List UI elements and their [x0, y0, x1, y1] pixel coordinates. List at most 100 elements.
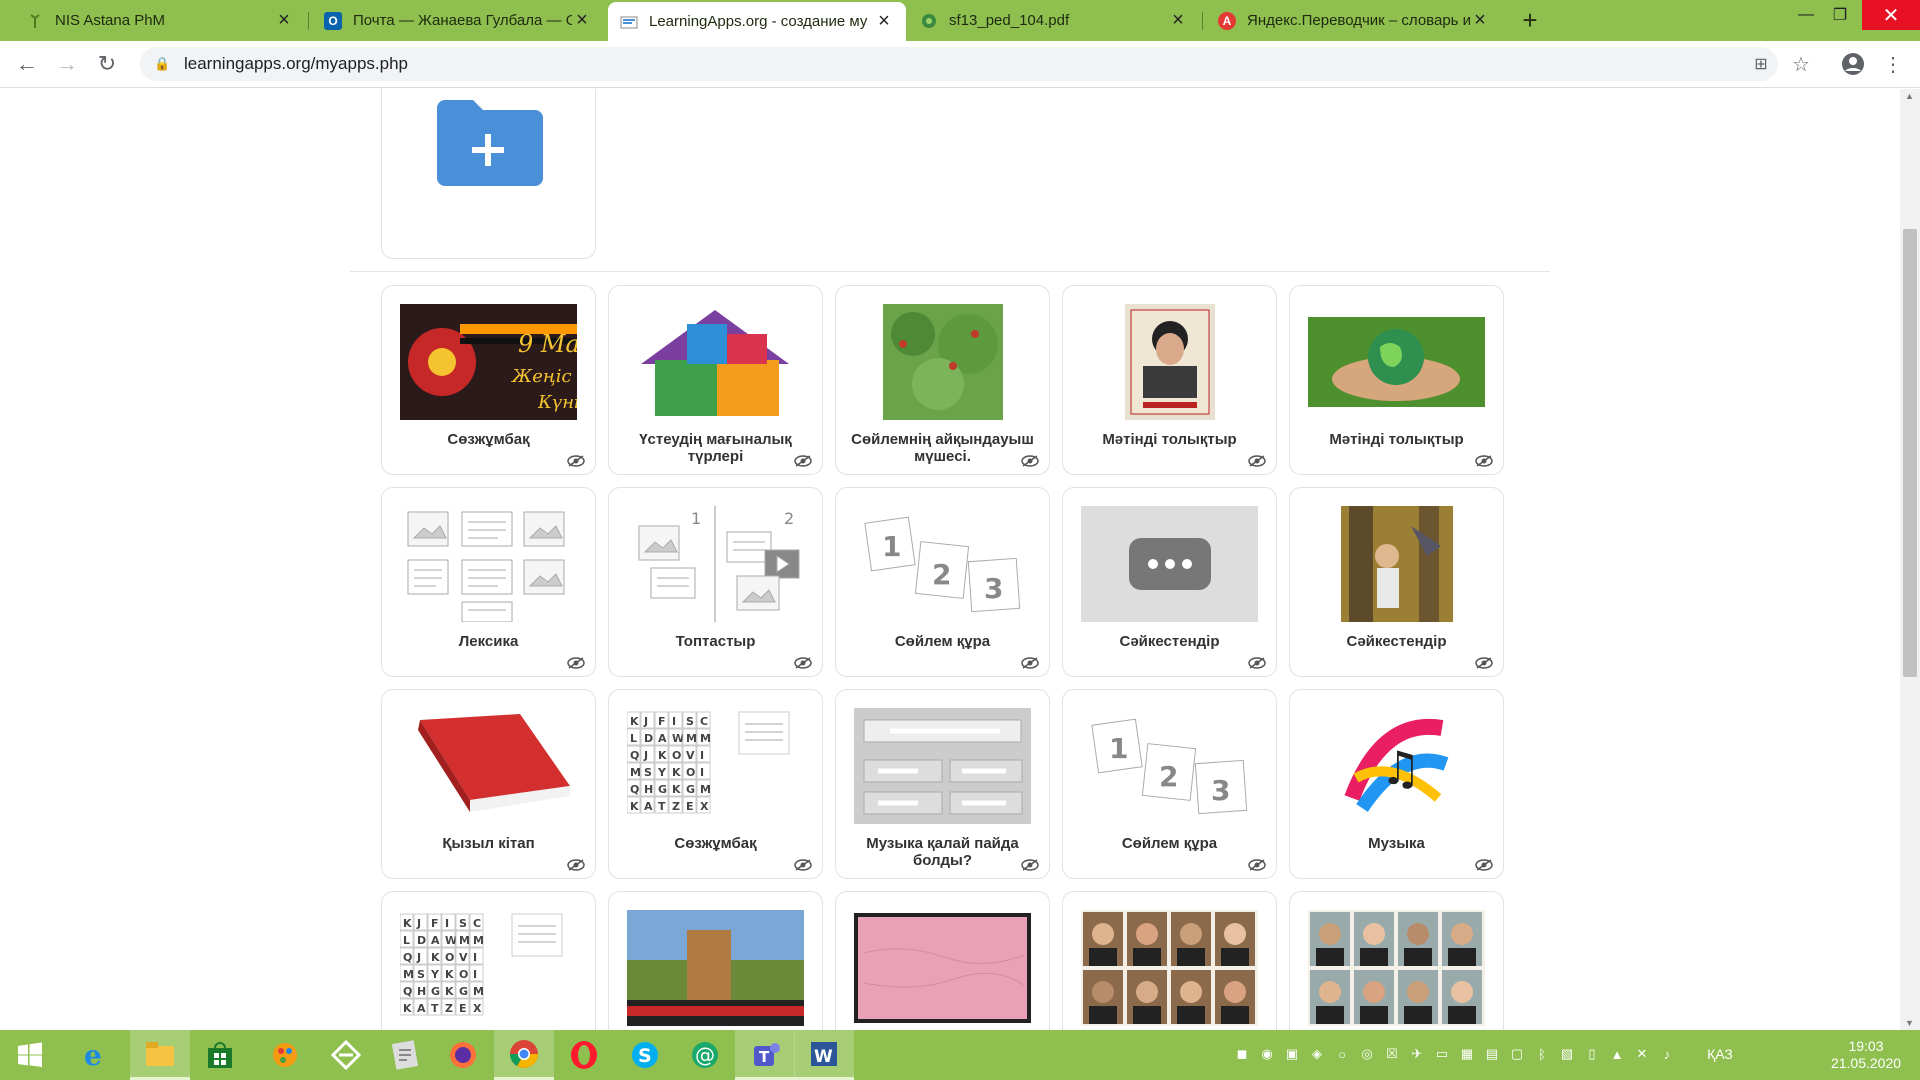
- skype-icon[interactable]: S: [615, 1030, 675, 1080]
- word-icon[interactable]: W: [794, 1030, 854, 1080]
- add-folder-icon[interactable]: [433, 96, 543, 195]
- app-thumbnail[interactable]: [854, 304, 1031, 420]
- app-thumbnail[interactable]: KJFISCLDAWMMQJKOVIMSYKOIQHGKGMKATZEX: [627, 708, 804, 824]
- tray-icon[interactable]: ▭: [1433, 1044, 1451, 1064]
- tab-yandex[interactable]: A Яндекс.Переводчик – словарь и ×: [1206, 0, 1502, 41]
- tray-icon[interactable]: ✈: [1408, 1044, 1426, 1064]
- app-thumbnail[interactable]: [1308, 304, 1485, 420]
- windows-start-icon[interactable]: [0, 1030, 60, 1080]
- app-card[interactable]: 9 Мамыр Жеңіс Күні! Сөзжұмбақ: [381, 285, 596, 475]
- app-card[interactable]: Сөйлемнің айқындауыш мүшесі.: [835, 285, 1050, 475]
- tray-icon[interactable]: ✕: [1633, 1044, 1651, 1064]
- app-thumbnail[interactable]: [1081, 910, 1258, 1026]
- visibility-icon[interactable]: [794, 454, 812, 467]
- close-tab-icon[interactable]: ×: [274, 9, 294, 32]
- visibility-icon[interactable]: [567, 454, 585, 467]
- tray-icon[interactable]: ▯: [1583, 1044, 1601, 1064]
- explorer-icon[interactable]: [130, 1030, 190, 1080]
- app-thumbnail[interactable]: [854, 910, 1031, 1026]
- language-indicator[interactable]: ҚАЗ: [1700, 1044, 1740, 1064]
- tray-icon[interactable]: ▦: [1458, 1044, 1476, 1064]
- visibility-icon[interactable]: [567, 858, 585, 871]
- arrows-icon[interactable]: [316, 1030, 376, 1080]
- network-icon[interactable]: ▲: [1608, 1044, 1626, 1064]
- address-bar[interactable]: 🔒 learningapps.org/myapps.php: [140, 47, 1778, 81]
- tab-pdf[interactable]: sf13_ped_104.pdf ×: [908, 0, 1200, 41]
- tab-learningapps[interactable]: LearningApps.org - создание му ×: [608, 2, 906, 41]
- back-icon[interactable]: ←: [12, 49, 42, 79]
- tray-icon[interactable]: ◼: [1233, 1044, 1251, 1064]
- app-thumbnail[interactable]: 123: [1081, 708, 1258, 824]
- app-card[interactable]: 1 2 3 Сөйлем құра: [835, 487, 1050, 677]
- tray-icon[interactable]: ▢: [1508, 1044, 1526, 1064]
- app-card[interactable]: Сәйкестендір: [1062, 487, 1277, 677]
- app-thumbnail[interactable]: 123: [854, 506, 1031, 622]
- bookmark-star-icon[interactable]: ☆: [1786, 49, 1816, 79]
- new-tab-button[interactable]: +: [1510, 0, 1550, 41]
- visibility-icon[interactable]: [1248, 454, 1266, 467]
- app-thumbnail[interactable]: KJFISCLDAWMMQJKOVIMSYKOIQHGKGMKATZEX: [400, 910, 577, 1026]
- clock[interactable]: 19:03 21.05.2020: [1826, 1038, 1906, 1072]
- tray-icon[interactable]: ○: [1333, 1044, 1351, 1064]
- app-title[interactable]: Лексика: [390, 633, 587, 650]
- tray-icon[interactable]: ◉: [1258, 1044, 1276, 1064]
- tray-icon[interactable]: ▤: [1483, 1044, 1501, 1064]
- visibility-icon[interactable]: [1248, 858, 1266, 871]
- app-card[interactable]: K J F I S C L D A W M M Q J K O V I M S Y K O I Q H G K G M K A T Z E X Сөзж…: [608, 689, 823, 879]
- close-tab-icon[interactable]: ×: [874, 10, 894, 33]
- tray-icon[interactable]: ▧: [1558, 1044, 1576, 1064]
- app-card[interactable]: KJFISCLDAWMMQJKOVIMSYKOIQHGKGMKATZEX: [381, 891, 596, 1030]
- app-title[interactable]: Топтастыр: [617, 633, 814, 650]
- app-thumbnail[interactable]: [1081, 304, 1258, 420]
- forward-icon[interactable]: →: [52, 49, 82, 79]
- visibility-icon[interactable]: [1475, 858, 1493, 871]
- app-card[interactable]: Үстеудің мағыналық түрлері: [608, 285, 823, 475]
- app-card[interactable]: Қызыл кітап: [381, 689, 596, 879]
- app-title[interactable]: Мәтінді толықтыр: [1298, 431, 1495, 448]
- visibility-icon[interactable]: [567, 656, 585, 669]
- app-card[interactable]: 1 2 Топтастыр: [608, 487, 823, 677]
- at-mail-icon[interactable]: @: [675, 1030, 735, 1080]
- ie-icon[interactable]: e: [66, 1030, 126, 1080]
- tray-icon[interactable]: ◎: [1358, 1044, 1376, 1064]
- visibility-icon[interactable]: [1021, 858, 1039, 871]
- app-card[interactable]: Мәтінді толықтыр: [1289, 285, 1504, 475]
- tab-nis[interactable]: NIS Astana PhM ×: [14, 0, 306, 41]
- app-thumbnail[interactable]: ♫: [1308, 708, 1485, 824]
- paint-icon[interactable]: [255, 1030, 315, 1080]
- app-thumbnail[interactable]: [400, 506, 577, 622]
- app-title[interactable]: Сөйлем құра: [1071, 835, 1268, 852]
- app-card[interactable]: [1062, 891, 1277, 1030]
- tray-icon[interactable]: ▣: [1283, 1044, 1301, 1064]
- app-thumbnail[interactable]: [627, 304, 804, 420]
- volume-icon[interactable]: ♪: [1658, 1044, 1676, 1064]
- restore-icon[interactable]: ❐: [1818, 0, 1862, 30]
- app-thumbnail[interactable]: [854, 708, 1031, 824]
- app-title[interactable]: Музыка: [1298, 835, 1495, 852]
- visibility-icon[interactable]: [1021, 454, 1039, 467]
- menu-icon[interactable]: ⋮: [1878, 49, 1908, 79]
- opera-icon[interactable]: [554, 1030, 614, 1080]
- tab-mail[interactable]: O Почта — Жанаева Гулбала — О ×: [312, 0, 604, 41]
- visibility-icon[interactable]: [1021, 656, 1039, 669]
- visibility-icon[interactable]: [1248, 656, 1266, 669]
- visibility-icon[interactable]: [1475, 656, 1493, 669]
- app-card[interactable]: Мәтінді толықтыр: [1062, 285, 1277, 475]
- app-card[interactable]: [1289, 891, 1504, 1030]
- app-title[interactable]: Сөйлемнің айқындауыш мүшесі.: [844, 431, 1041, 465]
- bluetooth-icon[interactable]: ᛒ: [1533, 1044, 1551, 1064]
- app-title[interactable]: Мәтінді толықтыр: [1071, 431, 1268, 448]
- app-title[interactable]: Үстеудің мағыналық түрлері: [617, 431, 814, 465]
- translate-icon[interactable]: ⊞: [1746, 49, 1776, 79]
- close-tab-icon[interactable]: ×: [1168, 9, 1188, 32]
- app-thumbnail[interactable]: [1308, 910, 1485, 1026]
- app-card[interactable]: [608, 891, 823, 1030]
- tray-icon[interactable]: ◈: [1308, 1044, 1326, 1064]
- new-folder-card[interactable]: [381, 89, 596, 259]
- close-window-icon[interactable]: ✕: [1862, 0, 1920, 30]
- chrome-icon[interactable]: [494, 1030, 554, 1080]
- visibility-icon[interactable]: [1475, 454, 1493, 467]
- notepad-icon[interactable]: [375, 1030, 435, 1080]
- app-title[interactable]: Сөзжұмбақ: [617, 835, 814, 852]
- app-title[interactable]: Сөзжұмбақ: [390, 431, 587, 448]
